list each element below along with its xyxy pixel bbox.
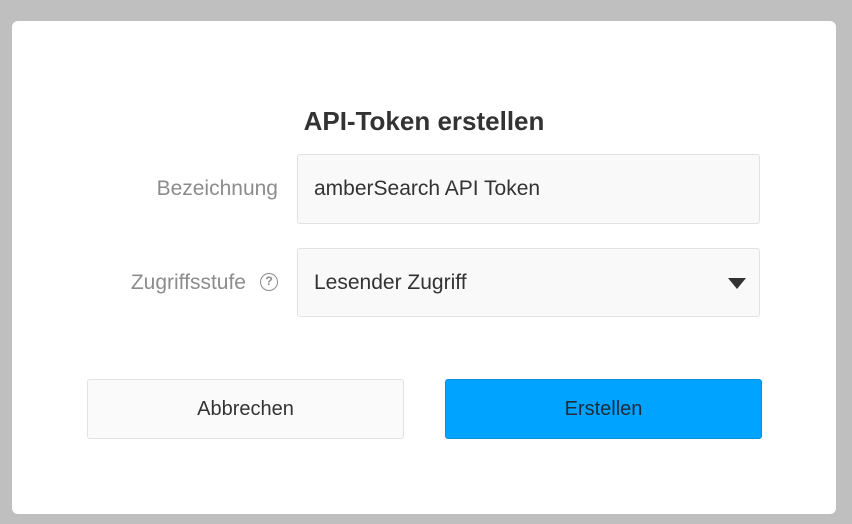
dialog-title: API-Token erstellen [303,106,545,136]
access-label: Zugriffsstufe [130,271,246,294]
name-label-row: Bezeichnung [72,175,278,203]
question-circle-icon[interactable]: ? [260,273,278,291]
create-api-token-dialog: API-Token erstellen Bezeichnung amberSea… [12,21,836,514]
caret-down-icon [728,277,746,289]
cancel-button[interactable]: Abbrechen [87,379,404,439]
token-name-input[interactable]: amberSearch API Token [297,154,760,224]
name-label: Bezeichnung [156,177,278,200]
access-label-row: Zugriffsstufe ? [72,269,278,297]
access-level-value: Lesender Zugriff [314,270,467,294]
create-button[interactable]: Erstellen [445,379,762,439]
access-level-select[interactable]: Lesender Zugriff [297,248,760,317]
